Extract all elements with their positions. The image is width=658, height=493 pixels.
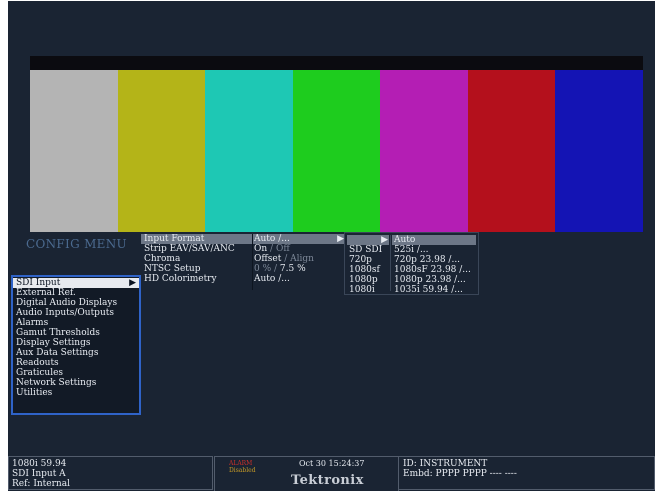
submenu-label: HD Colorimetry xyxy=(144,274,217,284)
format-standard-list: ▶ SD SDI 720p 1080sf 1080p 1080i xyxy=(347,235,389,295)
value-inactive: Off xyxy=(275,244,290,254)
value-inactive: Align xyxy=(290,254,314,264)
submenu-value: 0 % / 7.5 % xyxy=(251,264,347,274)
menu-item-audio-inputs-outputs[interactable]: Audio Inputs/Outputs xyxy=(13,308,139,318)
menu-item-graticules[interactable]: Graticules xyxy=(13,368,139,378)
submenu-label: Chroma xyxy=(144,254,181,264)
submenu-item-input-format[interactable]: Input Format Auto /... ▶ xyxy=(141,234,347,244)
value-active: 7.5 % xyxy=(279,264,306,274)
format-panel-divider xyxy=(390,235,391,291)
value-inactive: 0 % xyxy=(254,264,272,274)
submenu-item-strip-eav[interactable]: Strip EAV/SAV/ANC On / Off xyxy=(141,244,347,254)
submenu-label: Input Format xyxy=(141,234,251,244)
value-separator: / xyxy=(271,264,280,274)
video-format-readout: 1080i 59.94 xyxy=(12,459,67,469)
config-menu-list: SDI Input ▶ External Ref. Digital Audio … xyxy=(11,275,141,415)
menu-item-readouts[interactable]: Readouts xyxy=(13,358,139,368)
menu-item-display-settings[interactable]: Display Settings xyxy=(13,338,139,348)
menu-item-label: SDI Input xyxy=(16,278,61,288)
value-active: Offset xyxy=(254,254,282,264)
format-option-list: Auto 525i /... 720p 23.98 /... 1080sF 23… xyxy=(392,235,476,295)
format-standard-header[interactable]: ▶ xyxy=(347,235,389,245)
color-bar xyxy=(118,70,205,232)
picture-display xyxy=(30,56,643,232)
submenu-item-hd-colorimetry[interactable]: HD Colorimetry Auto /... xyxy=(141,274,347,284)
config-menu-title: CONFIG MENU xyxy=(26,237,127,251)
status-bar: 1080i 59.94 SDI Input A Ref: Internal AL… xyxy=(8,456,655,491)
submenu-label: NTSC Setup xyxy=(144,264,201,274)
submenu-label: Strip EAV/SAV/ANC xyxy=(144,244,235,254)
instrument-screen: CONFIG MENU Input Format Auto /... ▶ Str… xyxy=(8,1,655,491)
alarm-label: ALARM xyxy=(229,460,253,467)
submenu-item-ntsc-setup[interactable]: NTSC Setup 0 % / 7.5 % xyxy=(141,264,347,274)
format-option-item[interactable]: 1035i 59.94 /... xyxy=(392,285,476,295)
input-format-panel: ▶ SD SDI 720p 1080sf 1080p 1080i Auto 52… xyxy=(344,232,479,295)
submenu-value: On / Off xyxy=(251,244,347,254)
format-option-item[interactable]: 525i /... xyxy=(392,245,476,255)
color-bar xyxy=(380,70,468,232)
submenu-value: Offset / Align xyxy=(251,254,347,264)
embedded-audio-readout: Embd: PPPP PPPP ---- ---- xyxy=(403,469,517,479)
right-triangle-icon: ▶ xyxy=(381,235,388,245)
color-bar xyxy=(468,70,555,232)
format-standard-item[interactable]: 1080i xyxy=(347,285,389,295)
format-standard-item[interactable]: SD SDI xyxy=(347,245,389,255)
color-bar xyxy=(205,70,293,232)
submenu-value-text: Auto /... xyxy=(254,234,290,244)
menu-item-aux-data-settings[interactable]: Aux Data Settings xyxy=(13,348,139,358)
instrument-id-readout: ID: INSTRUMENT xyxy=(403,459,488,469)
color-bar xyxy=(293,70,380,232)
format-option-item[interactable]: 720p 23.98 /... xyxy=(392,255,476,265)
menu-item-gamut-thresholds[interactable]: Gamut Thresholds xyxy=(13,328,139,338)
alarm-time-box: ALARM Disabled Oct 30 15:24:37 Tektronix xyxy=(214,456,399,491)
format-standard-item[interactable]: 1080p xyxy=(347,275,389,285)
brand-logo: Tektronix xyxy=(291,473,364,488)
right-triangle-icon: ▶ xyxy=(129,278,136,288)
menu-item-sdi-input[interactable]: SDI Input ▶ xyxy=(13,278,139,288)
menu-item-network-settings[interactable]: Network Settings xyxy=(13,378,139,388)
alarm-disabled-icon: ALARM Disabled xyxy=(229,460,256,480)
input-status-box: 1080i 59.94 SDI Input A Ref: Internal xyxy=(8,456,213,490)
format-standard-item[interactable]: 720p xyxy=(347,255,389,265)
format-standard-item[interactable]: 1080sf xyxy=(347,265,389,275)
menu-item-external-ref[interactable]: External Ref. xyxy=(13,288,139,298)
submenu-value: Auto /... ▶ xyxy=(251,234,347,244)
clock-readout: Oct 30 15:24:37 xyxy=(299,459,365,468)
menu-item-utilities[interactable]: Utilities xyxy=(13,388,139,398)
value-separator: / xyxy=(281,254,291,264)
format-option-item[interactable]: 1080p 23.98 /... xyxy=(392,275,476,285)
menu-item-digital-audio-displays[interactable]: Digital Audio Displays xyxy=(13,298,139,308)
color-bar xyxy=(30,70,118,232)
value-separator: / xyxy=(267,244,276,254)
value-active: On xyxy=(254,244,268,254)
submenu-divider xyxy=(252,234,253,290)
color-bar xyxy=(555,70,643,232)
submenu-value: Auto /... xyxy=(254,274,290,284)
submenu-item-chroma[interactable]: Chroma Offset / Align xyxy=(141,254,347,264)
right-triangle-icon: ▶ xyxy=(337,234,344,244)
reference-readout: Ref: Internal xyxy=(12,479,70,489)
menu-item-alarms[interactable]: Alarms xyxy=(13,318,139,328)
format-option-item[interactable]: 1080sF 23.98 /... xyxy=(392,265,476,275)
format-option-item[interactable]: Auto xyxy=(392,235,476,245)
input-source-readout: SDI Input A xyxy=(12,469,66,479)
alarm-state-label: Disabled xyxy=(229,467,256,474)
instrument-id-box: ID: INSTRUMENT Embd: PPPP PPPP ---- ---- xyxy=(398,456,655,490)
sdi-input-submenu: Input Format Auto /... ▶ Strip EAV/SAV/A… xyxy=(141,234,347,284)
